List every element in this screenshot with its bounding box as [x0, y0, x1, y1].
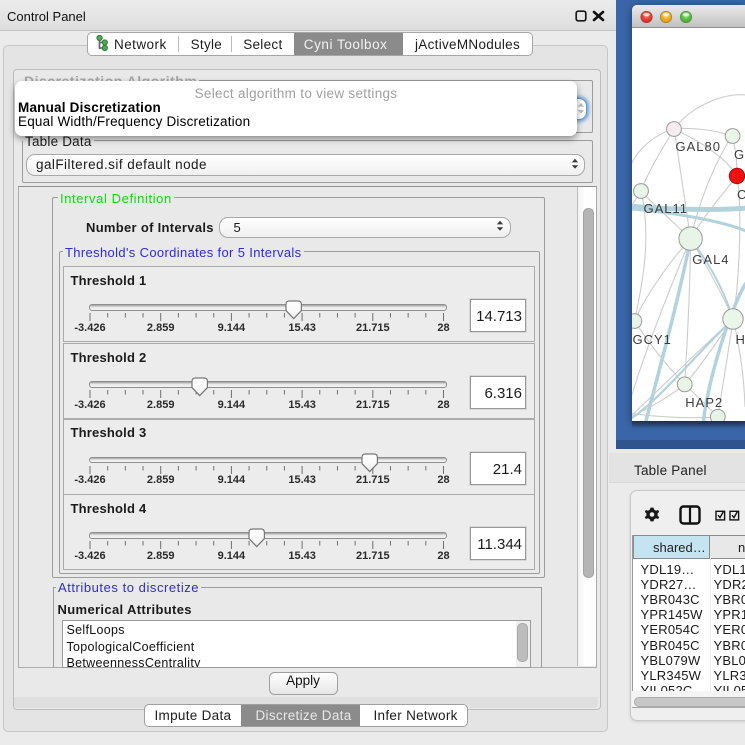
svg-text:H: H	[736, 332, 745, 347]
svg-text:GAL11: GAL11	[644, 201, 689, 216]
svg-text:GAL80: GAL80	[676, 139, 721, 154]
svg-text:HAP2: HAP2	[685, 395, 723, 410]
svg-text:C: C	[737, 187, 745, 202]
svg-text:GA: GA	[734, 147, 745, 162]
svg-text:GAL4: GAL4	[692, 252, 729, 267]
svg-text:GCY1: GCY1	[633, 332, 672, 347]
